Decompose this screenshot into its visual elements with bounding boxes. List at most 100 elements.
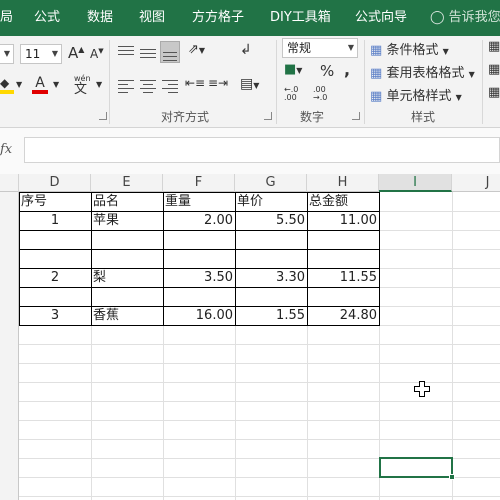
table-cell[interactable] — [91, 287, 163, 306]
fill-color-button[interactable]: ◆ — [0, 76, 14, 94]
column-header-j[interactable]: J — [452, 174, 500, 192]
cell-styles-icon: ▦ — [370, 89, 383, 104]
align-left-icon[interactable] — [118, 80, 134, 96]
decrease-decimal-button[interactable]: .00 →.0 — [313, 86, 327, 102]
table-cell[interactable]: 香蕉 — [91, 306, 163, 325]
table-cell[interactable] — [307, 287, 379, 306]
comma-style-button[interactable]: , — [344, 60, 350, 79]
table-cell[interactable]: 苹果 — [91, 211, 163, 230]
worksheet-grid[interactable]: 序号 品名 重量 单价 总金额 1 苹果 2.00 5.50 11.00 2 梨… — [19, 192, 500, 500]
table-cell[interactable] — [19, 249, 91, 268]
table-cell[interactable] — [91, 230, 163, 249]
increase-indent-icon[interactable]: ≡⇥ — [208, 76, 228, 90]
table-cell[interactable] — [235, 287, 307, 306]
tell-me-search[interactable]: ◯告诉我您想 — [430, 0, 500, 36]
table-cell[interactable]: 16.00 — [163, 306, 235, 325]
shrink-font-button[interactable]: A▼ — [90, 47, 104, 61]
increase-decimal-button[interactable]: ←.0 .00 — [284, 86, 298, 102]
number-dialog-launcher[interactable] — [352, 112, 360, 120]
align-top-icon[interactable] — [118, 46, 134, 58]
table-cell[interactable]: 11.55 — [307, 268, 379, 287]
column-header-h[interactable]: H — [307, 174, 379, 192]
gridline — [452, 192, 453, 500]
table-cell[interactable] — [307, 249, 379, 268]
align-bottom-icon[interactable] — [160, 41, 180, 63]
table-cell[interactable]: 5.50 — [235, 211, 307, 230]
header-cell-weight[interactable]: 重量 — [163, 192, 235, 211]
table-cell[interactable]: 11.00 — [307, 211, 379, 230]
styles-group-label: 样式 — [411, 110, 436, 124]
align-right-icon[interactable] — [162, 80, 178, 96]
header-cell-total[interactable]: 总金额 — [307, 192, 379, 211]
number-format-combo[interactable]: 常规 ▼ — [282, 38, 358, 58]
merge-center-icon[interactable]: ▤▼ — [240, 76, 259, 92]
tab-fangfang[interactable]: 方方格子 — [192, 0, 244, 36]
header-cell-price[interactable]: 单价 — [235, 192, 307, 211]
group-separator — [364, 40, 365, 124]
table-cell[interactable]: 1.55 — [235, 306, 307, 325]
header-cell-index[interactable]: 序号 — [19, 192, 91, 211]
table-cell[interactable]: 1 — [19, 211, 91, 230]
phonetic-button[interactable]: wén 文 — [74, 74, 91, 97]
font-name-combo[interactable]: ▼ — [0, 44, 14, 64]
insert-cells-icon[interactable]: ▦ — [488, 39, 500, 54]
tab-layout[interactable]: 局 — [0, 0, 13, 36]
wrap-text-icon[interactable]: ↲ — [240, 42, 252, 58]
column-header-g[interactable]: G — [235, 174, 307, 192]
select-all-corner[interactable] — [0, 174, 19, 192]
gridline — [19, 496, 500, 497]
fx-icon[interactable]: fx — [0, 137, 20, 163]
column-header-i[interactable]: I — [379, 174, 452, 192]
delete-cells-icon[interactable]: ▦ — [488, 62, 500, 77]
format-cells-icon[interactable]: ▦ — [488, 85, 500, 100]
alignment-dialog-launcher[interactable] — [264, 112, 272, 120]
header-cell-name[interactable]: 品名 — [91, 192, 163, 211]
tab-formulas[interactable]: 公式 — [34, 0, 60, 36]
table-cell[interactable]: 3.50 — [163, 268, 235, 287]
table-cell[interactable] — [307, 230, 379, 249]
format-as-table-button[interactable]: ▦ 套用表格格式 ▼ — [370, 62, 475, 81]
fill-handle[interactable] — [449, 474, 455, 480]
font-color-button[interactable]: A — [32, 76, 48, 94]
formula-input[interactable] — [24, 137, 500, 163]
table-cell[interactable] — [235, 249, 307, 268]
active-cell-selection[interactable] — [379, 457, 455, 480]
tab-data[interactable]: 数据 — [87, 0, 113, 36]
font-size-combo[interactable]: 11 ▼ — [20, 44, 62, 64]
grow-font-button[interactable]: A▲ — [68, 44, 84, 62]
paint-bucket-icon: ◆ — [0, 76, 10, 90]
chevron-down-icon[interactable]: ▼ — [53, 80, 59, 89]
table-cell[interactable] — [235, 230, 307, 249]
table-cell[interactable] — [163, 249, 235, 268]
table-cell[interactable]: 3.30 — [235, 268, 307, 287]
table-cell[interactable]: 2 — [19, 268, 91, 287]
currency-icon[interactable]: ■▼ — [284, 62, 302, 77]
chevron-down-icon[interactable]: ▼ — [16, 80, 22, 89]
table-cell[interactable] — [19, 230, 91, 249]
column-header-f[interactable]: F — [163, 174, 235, 192]
table-cell[interactable] — [91, 249, 163, 268]
percent-button[interactable]: % — [320, 62, 334, 80]
tab-view[interactable]: 视图 — [139, 0, 165, 36]
orientation-icon[interactable]: ⇗▼ — [188, 42, 205, 57]
decrease-indent-icon[interactable]: ⇤≡ — [185, 76, 205, 90]
table-cell[interactable]: 2.00 — [163, 211, 235, 230]
table-cell[interactable] — [19, 287, 91, 306]
column-header-d[interactable]: D — [19, 174, 91, 192]
table-cell[interactable] — [163, 287, 235, 306]
table-cell[interactable]: 梨 — [91, 268, 163, 287]
tab-formula-wizard[interactable]: 公式向导 — [355, 0, 407, 36]
conditional-format-button[interactable]: ▦ 条件格式 ▼ — [370, 39, 449, 58]
chevron-down-icon: ▼ — [51, 49, 58, 58]
row-header-strip[interactable] — [0, 192, 19, 500]
font-dialog-launcher[interactable] — [99, 112, 107, 120]
table-cell[interactable] — [163, 230, 235, 249]
table-cell[interactable]: 24.80 — [307, 306, 379, 325]
cell-styles-button[interactable]: ▦ 单元格样式 ▼ — [370, 85, 462, 104]
align-middle-icon[interactable] — [140, 49, 156, 61]
align-center-icon[interactable] — [140, 80, 156, 96]
table-cell[interactable]: 3 — [19, 306, 91, 325]
tab-diy-toolbox[interactable]: DIY工具箱 — [270, 0, 331, 36]
chevron-down-icon[interactable]: ▼ — [96, 80, 102, 89]
column-header-e[interactable]: E — [91, 174, 163, 192]
